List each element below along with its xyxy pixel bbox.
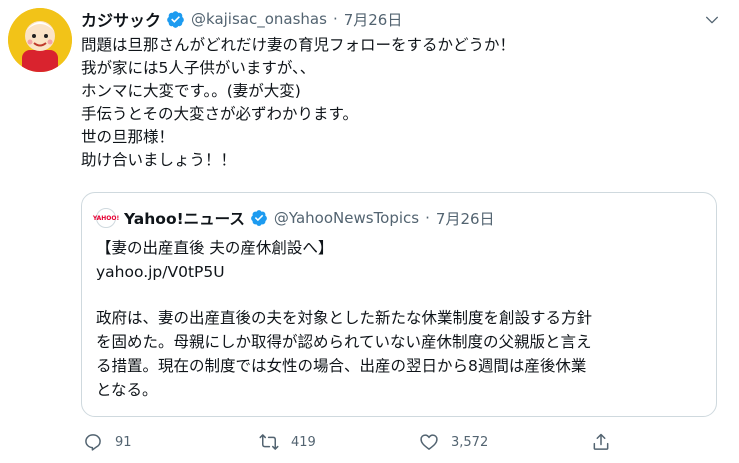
tweet-text-line: 我が家には5人子供がいますが、、: [81, 59, 316, 77]
quoted-header: Yahoo!ニュース @YahooNewsTopics · 7月26日: [124, 207, 495, 229]
more-options-button[interactable]: [702, 10, 722, 30]
quoted-avatar: YAHOO!: [92, 208, 120, 228]
avatar-illustration-icon: [8, 8, 72, 72]
chevron-down-icon: [706, 16, 718, 24]
quoted-link[interactable]: yahoo.jp/V0tP5U: [96, 261, 225, 284]
quoted-body-line: 政府は、妻の出産直後の夫を対象とした新たな休業制度を創設する方針: [96, 309, 593, 327]
quoted-date: 7月26日: [435, 209, 495, 228]
quoted-headline: 【妻の出産直後 夫の産休創設へ】: [96, 239, 334, 257]
quoted-body-line: を固めた。母親にしか取得が認められていない産休制度の父親版と言え: [96, 333, 592, 351]
tweet-text-line: 世の旦那様！: [81, 128, 175, 146]
retweet-count: 419: [291, 434, 316, 450]
reply-button[interactable]: 91: [83, 428, 132, 456]
action-bar: 91 419 3,572: [81, 428, 721, 456]
quoted-handle: @YahooNewsTopics: [273, 209, 420, 227]
tweet[interactable]: カジサック @kajisac_onashas · 7月26日 問題は旦那さんがど…: [0, 0, 739, 463]
quoted-display-name: Yahoo!ニュース: [124, 210, 245, 228]
tweet-text-line: 手伝うとその大変さが必ずわかります。: [81, 105, 358, 123]
tweet-text: 問題は旦那さんがどれだけ妻の育児フォローをするかどうか！ 我が家には5人子供がい…: [81, 34, 721, 172]
verified-badge-icon: [250, 209, 268, 227]
author-handle[interactable]: @kajisac_onashas: [191, 10, 327, 28]
share-icon: [593, 433, 609, 450]
reply-count: 91: [115, 434, 132, 450]
reply-icon: [85, 434, 101, 451]
tweet-text-line: 問題は旦那さんがどれだけ妻の育児フォローをするかどうか！: [81, 36, 516, 54]
like-button[interactable]: 3,572: [419, 428, 488, 456]
share-button[interactable]: [591, 428, 611, 456]
tweet-text-line: 助け合いましょう！！: [81, 151, 237, 169]
retweet-icon: [259, 434, 279, 450]
retweet-button[interactable]: 419: [259, 428, 316, 456]
quoted-body-line: る措置。現在の制度では女性の場合、出産の翌日から8週間は産後休業: [96, 357, 587, 375]
verified-badge-icon: [166, 10, 185, 29]
quoted-tweet[interactable]: YAHOO! Yahoo!ニュース @YahooNewsTopics · 7月2…: [81, 192, 717, 417]
like-count: 3,572: [451, 434, 489, 450]
avatar[interactable]: [8, 8, 72, 72]
separator-dot: ·: [425, 209, 430, 227]
author-display-name[interactable]: カジサック: [81, 7, 161, 31]
tweet-date[interactable]: 7月26日: [344, 9, 403, 30]
tweet-header: カジサック @kajisac_onashas · 7月26日: [81, 8, 402, 30]
quoted-body-line: となる。: [96, 381, 158, 399]
separator-dot: ·: [332, 10, 338, 28]
heart-icon: [420, 434, 438, 450]
yahoo-logo-text: YAHOO!: [92, 214, 120, 222]
tweet-text-line: ホンマに大変です。。(妻が大変): [81, 82, 301, 100]
